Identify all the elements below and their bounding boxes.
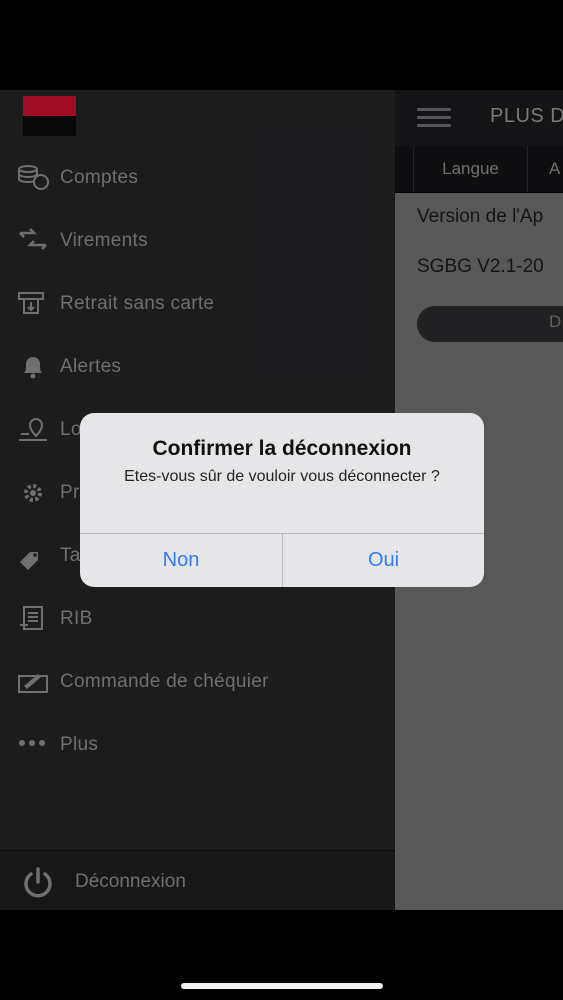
confirm-button[interactable]: Oui: [283, 534, 484, 587]
dialog-title: Confirmer la déconnexion: [152, 437, 412, 460]
home-indicator[interactable]: [181, 983, 383, 989]
cancel-button[interactable]: Non: [80, 534, 282, 587]
logout-confirm-dialog: Confirmer la déconnexion Etes-vous sûr d…: [80, 413, 484, 587]
dialog-message: Etes-vous sûr de vouloir vous déconnecte…: [124, 468, 440, 485]
